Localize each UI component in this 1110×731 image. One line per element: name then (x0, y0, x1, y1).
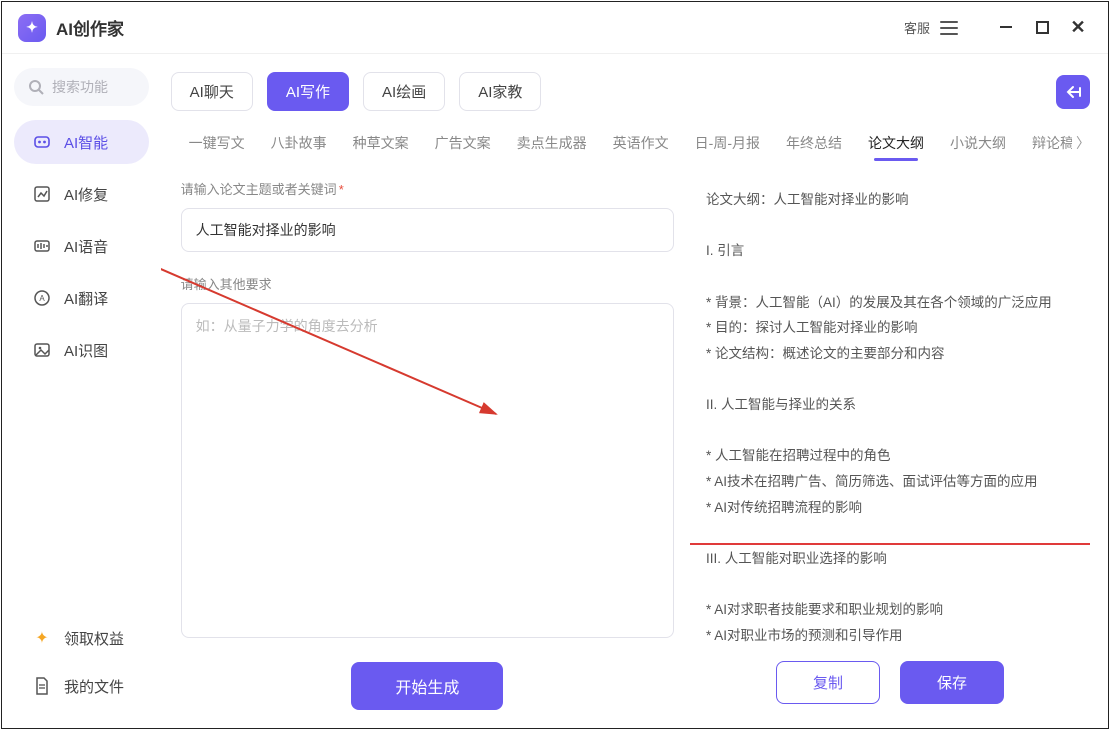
subtab-report[interactable]: 日-周-月报 (695, 133, 760, 153)
tab-ai-chat[interactable]: AI聊天 (171, 72, 253, 111)
subtab-seeding[interactable]: 种草文案 (353, 133, 409, 153)
sidebar-item-ai-translate[interactable]: A AI翻译 (14, 276, 149, 320)
ai-translate-icon: A (32, 288, 52, 308)
sidebar-item-label: AI翻译 (64, 288, 108, 309)
ai-repair-icon (32, 184, 52, 204)
search-icon (28, 79, 44, 95)
subtab-english[interactable]: 英语作文 (613, 133, 669, 153)
ai-image-icon (32, 340, 52, 360)
sidebar-item-benefits[interactable]: ✦ 领取权益 (14, 618, 149, 658)
ai-voice-icon (32, 236, 52, 256)
subtab-debate[interactable]: 辩论稿 (1032, 133, 1072, 153)
sidebar-item-ai-image[interactable]: AI识图 (14, 328, 149, 372)
subtab-selling-points[interactable]: 卖点生成器 (517, 133, 587, 153)
subtab-ad-copy[interactable]: 广告文案 (435, 133, 491, 153)
main-area: AI聊天 AI写作 AI绘画 AI家教 一键写文 八卦故事 种草文案 广告文案 … (161, 54, 1108, 728)
subtab-gossip[interactable]: 八卦故事 (271, 133, 327, 153)
subtab-novel-outline[interactable]: 小说大纲 (950, 133, 1006, 153)
sidebar-item-label: 我的文件 (64, 676, 124, 697)
sidebar-item-label: AI语音 (64, 236, 108, 257)
generate-button[interactable]: 开始生成 (351, 662, 503, 710)
subtab-quick-write[interactable]: 一键写文 (189, 133, 245, 153)
minimize-button[interactable] (988, 19, 1024, 37)
tab-ai-write[interactable]: AI写作 (267, 72, 349, 111)
topic-input[interactable]: 人工智能对择业的影响 (181, 208, 674, 252)
tab-ai-draw[interactable]: AI绘画 (363, 72, 445, 111)
sidebar-item-my-files[interactable]: 我的文件 (14, 666, 149, 706)
form-column: 请输入论文主题或者关键词* 人工智能对择业的影响 请输入其他要求 如：从量子力学… (171, 173, 674, 710)
customer-service-link[interactable]: 客服 (904, 18, 930, 37)
star-icon: ✦ (32, 628, 52, 648)
top-tabs: AI聊天 AI写作 AI绘画 AI家教 (171, 72, 1090, 111)
sidebar-item-label: AI识图 (64, 340, 108, 361)
file-icon (32, 676, 52, 696)
sidebar-item-label: 领取权益 (64, 628, 124, 649)
close-button[interactable]: ✕ (1060, 17, 1096, 38)
subtab-thesis-outline[interactable]: 论文大纲 (868, 133, 924, 153)
sidebar-item-ai-repair[interactable]: AI修复 (14, 172, 149, 216)
result-content: 论文大纲：人工智能对择业的影响 I. 引言 * 背景：人工智能（AI）的发展及其… (690, 173, 1090, 649)
copy-button[interactable]: 复制 (776, 661, 880, 704)
save-button[interactable]: 保存 (900, 661, 1004, 704)
svg-text:A: A (39, 294, 45, 303)
app-title: AI创作家 (56, 15, 124, 40)
topic-label: 请输入论文主题或者关键词* (181, 179, 674, 198)
back-button[interactable] (1056, 75, 1090, 109)
app-logo-icon: ✦ (18, 14, 46, 42)
maximize-button[interactable] (1024, 19, 1060, 37)
sidebar-item-label: AI智能 (64, 132, 108, 153)
sidebar-item-label: AI修复 (64, 184, 108, 205)
extra-label: 请输入其他要求 (181, 274, 674, 293)
tab-ai-tutor[interactable]: AI家教 (459, 72, 541, 111)
menu-icon[interactable] (940, 21, 958, 35)
extra-textarea[interactable]: 如：从量子力学的角度去分析 (181, 303, 674, 638)
result-column: 论文大纲：人工智能对择业的影响 I. 引言 * 背景：人工智能（AI）的发展及其… (690, 173, 1090, 710)
back-arrow-icon (1064, 84, 1082, 100)
sidebar-item-ai-smart[interactable]: AI智能 (14, 120, 149, 164)
sidebar: 搜索功能 AI智能 AI修复 AI语音 (2, 54, 161, 728)
search-input[interactable]: 搜索功能 (14, 68, 149, 106)
sidebar-item-ai-voice[interactable]: AI语音 (14, 224, 149, 268)
subtab-year-end[interactable]: 年终总结 (786, 133, 842, 153)
sub-tabs: 一键写文 八卦故事 种草文案 广告文案 卖点生成器 英语作文 日-周-月报 年终… (171, 127, 1090, 163)
title-bar: ✦ AI创作家 客服 ✕ (2, 2, 1108, 54)
ai-smart-icon (32, 132, 52, 152)
search-placeholder: 搜索功能 (52, 77, 108, 97)
chevron-right-icon[interactable]: 〉 (1076, 133, 1090, 153)
